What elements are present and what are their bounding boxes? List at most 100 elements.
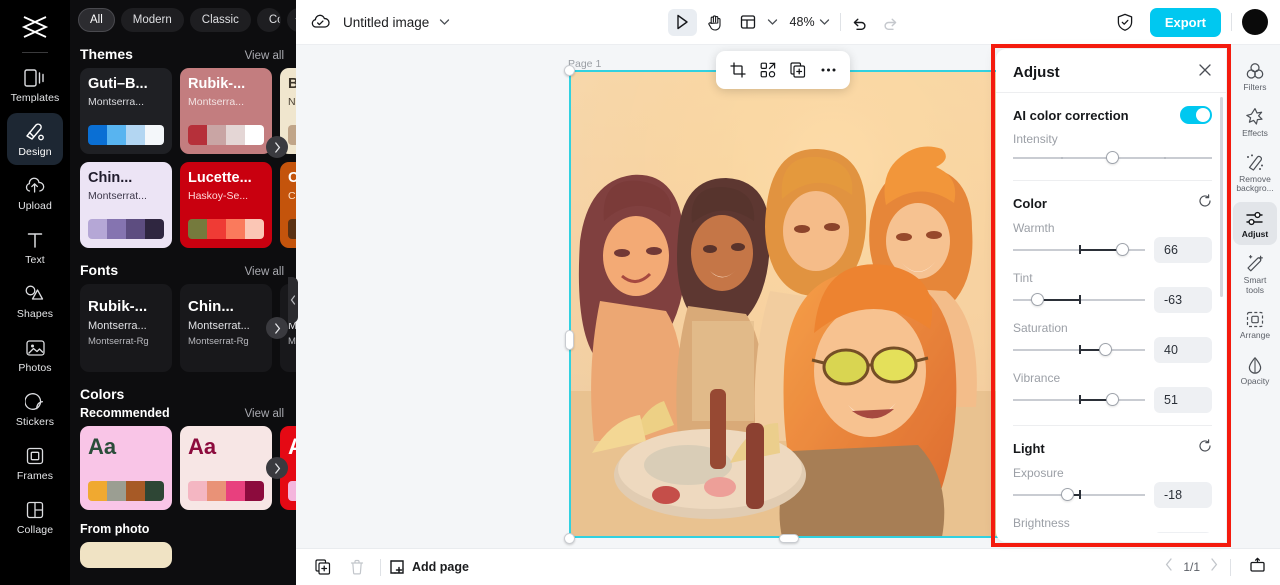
crop-button[interactable] — [724, 57, 752, 83]
tool-effects[interactable]: Effects — [1233, 101, 1277, 144]
ai-color-correction-toggle[interactable] — [1180, 106, 1212, 124]
sidebar-item-text[interactable]: Text — [7, 221, 63, 273]
avatar[interactable] — [1242, 9, 1268, 35]
intensity-slider-knob[interactable] — [1106, 151, 1119, 164]
adjust-panel-header: Adjust — [996, 49, 1226, 93]
theme-card[interactable]: Chin...Montserrat... — [80, 162, 172, 248]
add-page-button[interactable]: Add page — [389, 559, 469, 575]
filter-chip-modern[interactable]: Modern — [121, 8, 184, 32]
prev-page-button[interactable] — [1165, 558, 1173, 576]
exposure-slider[interactable] — [1013, 485, 1145, 505]
canvas-photo[interactable] — [570, 71, 1008, 537]
exposure-value[interactable]: -18 — [1154, 482, 1212, 508]
tool-arrange[interactable]: Arrange — [1233, 303, 1277, 346]
tool-adjust[interactable]: Adjust — [1233, 202, 1277, 245]
slider-knob[interactable] — [1106, 393, 1119, 406]
slider-knob[interactable] — [1116, 243, 1129, 256]
title-dropdown-chevron-down-icon[interactable] — [439, 18, 450, 26]
duplicate-button[interactable] — [784, 57, 812, 83]
saturation-value[interactable]: 40 — [1154, 337, 1212, 363]
photo-image-icon — [25, 337, 46, 359]
duplicate-page-button[interactable] — [310, 555, 336, 579]
font-card[interactable]: Chin...Montserrat...Montserrat-Rg — [180, 284, 272, 372]
light-reset-button[interactable] — [1198, 439, 1212, 458]
vibrance-slider[interactable] — [1013, 390, 1145, 410]
slider-knob[interactable] — [1031, 293, 1044, 306]
color-reset-button[interactable] — [1198, 194, 1212, 213]
font-card[interactable]: Rubik-...Montserra...Montserrat-Rg — [80, 284, 172, 372]
layout-dropdown-chevron-down-icon[interactable] — [767, 18, 778, 26]
filter-chip-all[interactable]: All — [78, 8, 115, 32]
zoom-level-label[interactable]: 48% — [790, 15, 815, 29]
theme-swatches — [288, 219, 296, 239]
colors-view-all[interactable]: View all — [245, 408, 284, 420]
tool-remove-backgro[interactable]: Remove backgro... — [1233, 147, 1277, 200]
cloud-check-icon[interactable] — [310, 13, 331, 31]
shield-check-icon[interactable] — [1116, 13, 1134, 32]
warmth-slider[interactable] — [1013, 240, 1145, 260]
tint-value[interactable]: -63 — [1154, 287, 1212, 313]
sidebar-item-design[interactable]: Design — [7, 113, 63, 165]
tool-filters[interactable]: Filters — [1233, 55, 1277, 98]
slider-knob[interactable] — [1099, 343, 1112, 356]
color-palette-card[interactable]: Aa — [180, 426, 272, 510]
chevron-left-icon — [290, 295, 296, 305]
resize-handle-top-left[interactable] — [564, 65, 575, 76]
carousel-next-button[interactable] — [266, 136, 288, 158]
theme-card[interactable]: Lucette...Haskoy-Se... — [180, 162, 272, 248]
sidebar-item-templates[interactable]: Templates — [7, 59, 63, 111]
layout-tool-button[interactable] — [734, 9, 763, 36]
theme-card[interactable]: CaCle — [280, 162, 296, 248]
panel-collapse-handle[interactable] — [288, 277, 298, 323]
vibrance-value[interactable]: 51 — [1154, 387, 1212, 413]
more-options-button[interactable] — [814, 57, 842, 83]
carousel-next-button[interactable] — [266, 457, 288, 479]
sidebar-item-shapes[interactable]: Shapes — [7, 275, 63, 327]
resize-handle-bottom-middle[interactable] — [779, 534, 799, 543]
tool-opacity[interactable]: Opacity — [1233, 349, 1277, 392]
theme-card[interactable]: Guti–B...Montserra... — [80, 68, 172, 154]
zoom-dropdown-chevron-down-icon[interactable] — [819, 18, 830, 26]
chevron-right-icon — [274, 323, 281, 334]
from-photo-card[interactable] — [80, 542, 172, 568]
export-button[interactable]: Export — [1150, 8, 1221, 37]
fonts-view-all[interactable]: View all — [245, 266, 284, 278]
filter-chip-classic[interactable]: Classic — [190, 8, 251, 32]
sidebar-item-frames[interactable]: Frames — [7, 437, 63, 489]
sidebar-item-stickers[interactable]: Stickers — [7, 383, 63, 435]
themes-view-all[interactable]: View all — [245, 50, 284, 62]
undo-button[interactable] — [851, 15, 868, 30]
hand-tool-button[interactable] — [701, 9, 730, 36]
capcut-logo-icon[interactable] — [15, 10, 55, 44]
filter-chip-cool[interactable]: Cool — [257, 8, 281, 32]
tint-slider[interactable] — [1013, 290, 1145, 310]
saturation-slider[interactable] — [1013, 340, 1145, 360]
theme-card[interactable]: Rubik-...Montserra... — [180, 68, 272, 154]
redo-button[interactable] — [882, 15, 899, 30]
present-button[interactable] — [1249, 557, 1266, 578]
adjust-panel-scrollbar[interactable] — [1220, 97, 1223, 297]
adjust-sliders-icon — [1245, 208, 1265, 228]
filter-chips-expand-button[interactable] — [287, 8, 296, 32]
next-page-button[interactable] — [1210, 558, 1218, 576]
sidebar-item-photos[interactable]: Photos — [7, 329, 63, 381]
slider-knob[interactable] — [1061, 488, 1074, 501]
sidebar-item-collage[interactable]: Collage — [7, 491, 63, 543]
warmth-value[interactable]: 66 — [1154, 237, 1212, 263]
duplicate-icon — [790, 62, 806, 78]
sidebar-item-label: Frames — [17, 470, 53, 482]
brightness-value[interactable]: 27 — [1154, 532, 1212, 533]
carousel-next-button[interactable] — [266, 317, 288, 339]
color-palette-card[interactable]: Aa — [80, 426, 172, 510]
intensity-slider[interactable] — [1013, 148, 1212, 168]
resize-handle-left-middle[interactable] — [565, 330, 574, 350]
resize-handle-bottom-left[interactable] — [564, 533, 575, 544]
select-tool-button[interactable] — [668, 9, 697, 36]
delete-page-button[interactable] — [344, 555, 370, 579]
sidebar-item-upload[interactable]: Upload — [7, 167, 63, 219]
tool-smart-tools[interactable]: Smart tools — [1233, 248, 1277, 301]
artboard[interactable] — [570, 71, 1008, 537]
close-panel-button[interactable] — [1198, 63, 1212, 82]
document-title[interactable]: Untitled image — [343, 15, 429, 30]
replace-button[interactable] — [754, 57, 782, 83]
